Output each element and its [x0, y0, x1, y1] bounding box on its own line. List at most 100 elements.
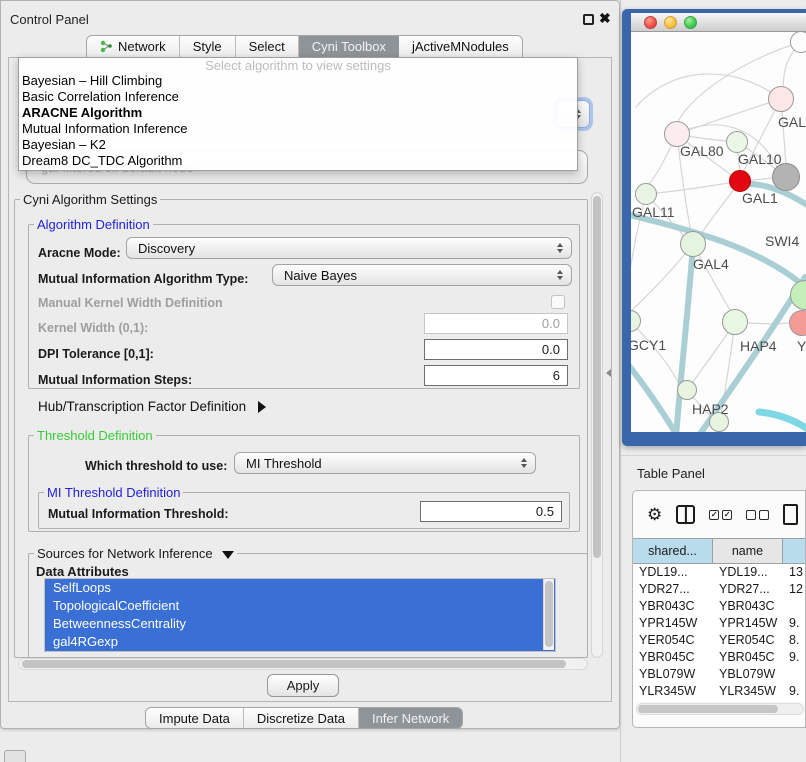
column-header-name[interactable]: name — [713, 539, 783, 563]
tab-infer-network[interactable]: Infer Network — [359, 708, 462, 728]
network-node-gal4[interactable] — [680, 231, 706, 257]
aracne-mode-combo[interactable]: Discovery — [126, 237, 572, 259]
network-node-hap4[interactable] — [722, 309, 748, 335]
network-node-label: GAL80 — [680, 143, 724, 159]
network-edge[interactable] — [657, 181, 740, 193]
mi-steps-label: Mutual Information Steps: — [38, 373, 192, 387]
table-row[interactable]: YBL079WYBL079W — [633, 666, 805, 683]
dpi-tolerance-field[interactable]: 0.0 — [424, 339, 568, 360]
network-canvas[interactable]: GALGAL80GAL10GAL1GAL11SWI4GAL4GCY1HAP4YH… — [631, 32, 806, 432]
mi-algorithm-type-combo[interactable]: Naive Bayes — [272, 264, 572, 286]
table-cell: YBL079W — [633, 666, 713, 683]
network-edge[interactable] — [631, 244, 693, 312]
network-edge[interactable] — [759, 412, 806, 432]
tab-style[interactable]: Style — [180, 36, 236, 57]
close-icon[interactable]: ✖ — [599, 10, 611, 27]
data-attribute-item[interactable]: SelfLoops — [45, 579, 555, 597]
column-header-shared[interactable]: shared... — [633, 539, 713, 563]
mi-steps-field[interactable]: 6 — [424, 365, 568, 386]
network-edge[interactable] — [631, 362, 681, 432]
network-node-gal[interactable] — [768, 86, 794, 112]
tab-network[interactable]: Network — [87, 36, 180, 57]
settings-vertical-scrollbar-thumb[interactable] — [593, 196, 601, 558]
network-node-label: GAL1 — [742, 190, 778, 206]
manual-kernel-width-checkbox[interactable] — [551, 295, 565, 309]
column-header-partial[interactable] — [783, 539, 805, 563]
algorithm-option[interactable]: Bayesian – K2 — [19, 137, 577, 153]
tab-jactivemnodules[interactable]: jActiveMNodules — [399, 36, 522, 57]
table-row[interactable]: YIL052CYIL052C9 — [633, 700, 805, 702]
table-cell — [783, 598, 805, 615]
checked-box-icon: ✓ — [709, 510, 719, 520]
table-row[interactable]: YDR27...YDR27...12 — [633, 581, 805, 598]
network-node-gal1[interactable] — [729, 170, 751, 192]
algorithm-option[interactable]: Mutual Information Inference — [19, 121, 577, 137]
data-attributes-list: SelfLoopsTopologicalCoefficientBetweenne… — [44, 578, 556, 652]
float-window-icon[interactable] — [583, 14, 594, 25]
table-toolbar: ⚙ ✓✓ — [633, 491, 805, 538]
close-traffic-light-icon[interactable] — [644, 16, 657, 29]
algorithm-definition-legend: Algorithm Definition — [34, 217, 153, 232]
network-edge[interactable] — [676, 244, 693, 432]
sources-legend-wrap[interactable]: Sources for Network Inference — [34, 546, 237, 561]
table-cell: YPR145W — [633, 615, 713, 632]
document-icon[interactable] — [783, 504, 798, 525]
minimize-traffic-light-icon[interactable] — [664, 16, 677, 29]
tab-label: Cyni Toolbox — [312, 39, 386, 54]
tab-label: Impute Data — [159, 711, 230, 726]
algorithm-popup-placeholder: Select algorithm to view settings — [19, 58, 577, 73]
network-node-gal11[interactable] — [635, 183, 657, 205]
table-row[interactable]: YPR145WYPR145W9. — [633, 615, 805, 632]
table-row[interactable]: YBR043CYBR043C — [633, 598, 805, 615]
attributes-scrollbar-thumb[interactable] — [545, 581, 553, 647]
mi-threshold-field[interactable]: 0.5 — [420, 501, 562, 522]
data-attribute-item[interactable]: TopologicalCoefficient — [45, 597, 555, 615]
aracne-mode-label: Aracne Mode: — [38, 246, 121, 260]
panel-collapse-arrow-icon[interactable] — [606, 369, 611, 377]
tab-impute-data[interactable]: Impute Data — [146, 708, 244, 728]
network-node-label: GAL — [778, 114, 806, 130]
network-node[interactable] — [790, 32, 806, 53]
collapse-down-icon — [222, 551, 234, 559]
checked-columns-icon[interactable]: ✓✓ — [709, 510, 732, 520]
unchecked-box-icon — [746, 510, 756, 520]
apply-button[interactable]: Apply — [267, 674, 339, 697]
unchecked-columns-icon[interactable] — [746, 510, 769, 520]
algorithm-option[interactable]: Basic Correlation Inference — [19, 89, 577, 105]
table-row[interactable]: YER054CYER054C8. — [633, 632, 805, 649]
network-edge[interactable] — [636, 74, 781, 107]
table-horizontal-scrollbar-thumb[interactable] — [638, 705, 778, 713]
tab-discretize-data[interactable]: Discretize Data — [244, 708, 359, 728]
algorithm-option[interactable]: ARACNE Algorithm — [19, 105, 577, 121]
gear-icon[interactable]: ⚙ — [647, 506, 662, 523]
data-attribute-item[interactable]: gal4RGexp — [45, 633, 555, 651]
network-node[interactable] — [772, 163, 800, 191]
table-panel-title: Table Panel — [637, 466, 705, 481]
algorithm-option[interactable]: Dream8 DC_TDC Algorithm — [19, 153, 577, 169]
data-attribute-item[interactable]: BetweennessCentrality — [45, 615, 555, 633]
threshold-definition-legend: Threshold Definition — [34, 428, 156, 443]
control-panel-title: Control Panel — [10, 12, 89, 27]
network-window-titlebar[interactable] — [631, 13, 806, 32]
network-edge[interactable] — [748, 323, 789, 324]
kernel-width-field[interactable]: 0.0 — [424, 313, 568, 334]
zoom-traffic-light-icon[interactable] — [684, 16, 697, 29]
which-threshold-value: MI Threshold — [246, 456, 322, 471]
split-columns-icon[interactable] — [676, 505, 695, 524]
table-row[interactable]: YLR345WYLR345W9. — [633, 683, 805, 700]
tab-select[interactable]: Select — [236, 36, 299, 57]
table-cell: YBL079W — [713, 666, 783, 683]
network-node-label: Y — [797, 338, 806, 354]
network-icon — [100, 40, 113, 53]
algorithm-option[interactable]: Bayesian – Hill Climbing — [19, 73, 577, 89]
table-row[interactable]: YDL19...YDL19...13 — [633, 564, 805, 581]
which-threshold-combo[interactable]: MI Threshold — [234, 452, 536, 474]
table-row[interactable]: YBR045CYBR045C9. — [633, 649, 805, 666]
settings-horizontal-scrollbar-thumb[interactable] — [22, 660, 566, 668]
hub-definition-expander[interactable]: Hub/Transcription Factor Definition — [38, 399, 266, 414]
tab-cyni-toolbox[interactable]: Cyni Toolbox — [299, 36, 399, 57]
network-node-gal10[interactable] — [726, 131, 748, 153]
minimized-panel-icon[interactable] — [4, 750, 26, 762]
network-node-hap2[interactable] — [677, 380, 697, 400]
cyni-algorithm-settings-legend: Cyni Algorithm Settings — [20, 192, 160, 207]
